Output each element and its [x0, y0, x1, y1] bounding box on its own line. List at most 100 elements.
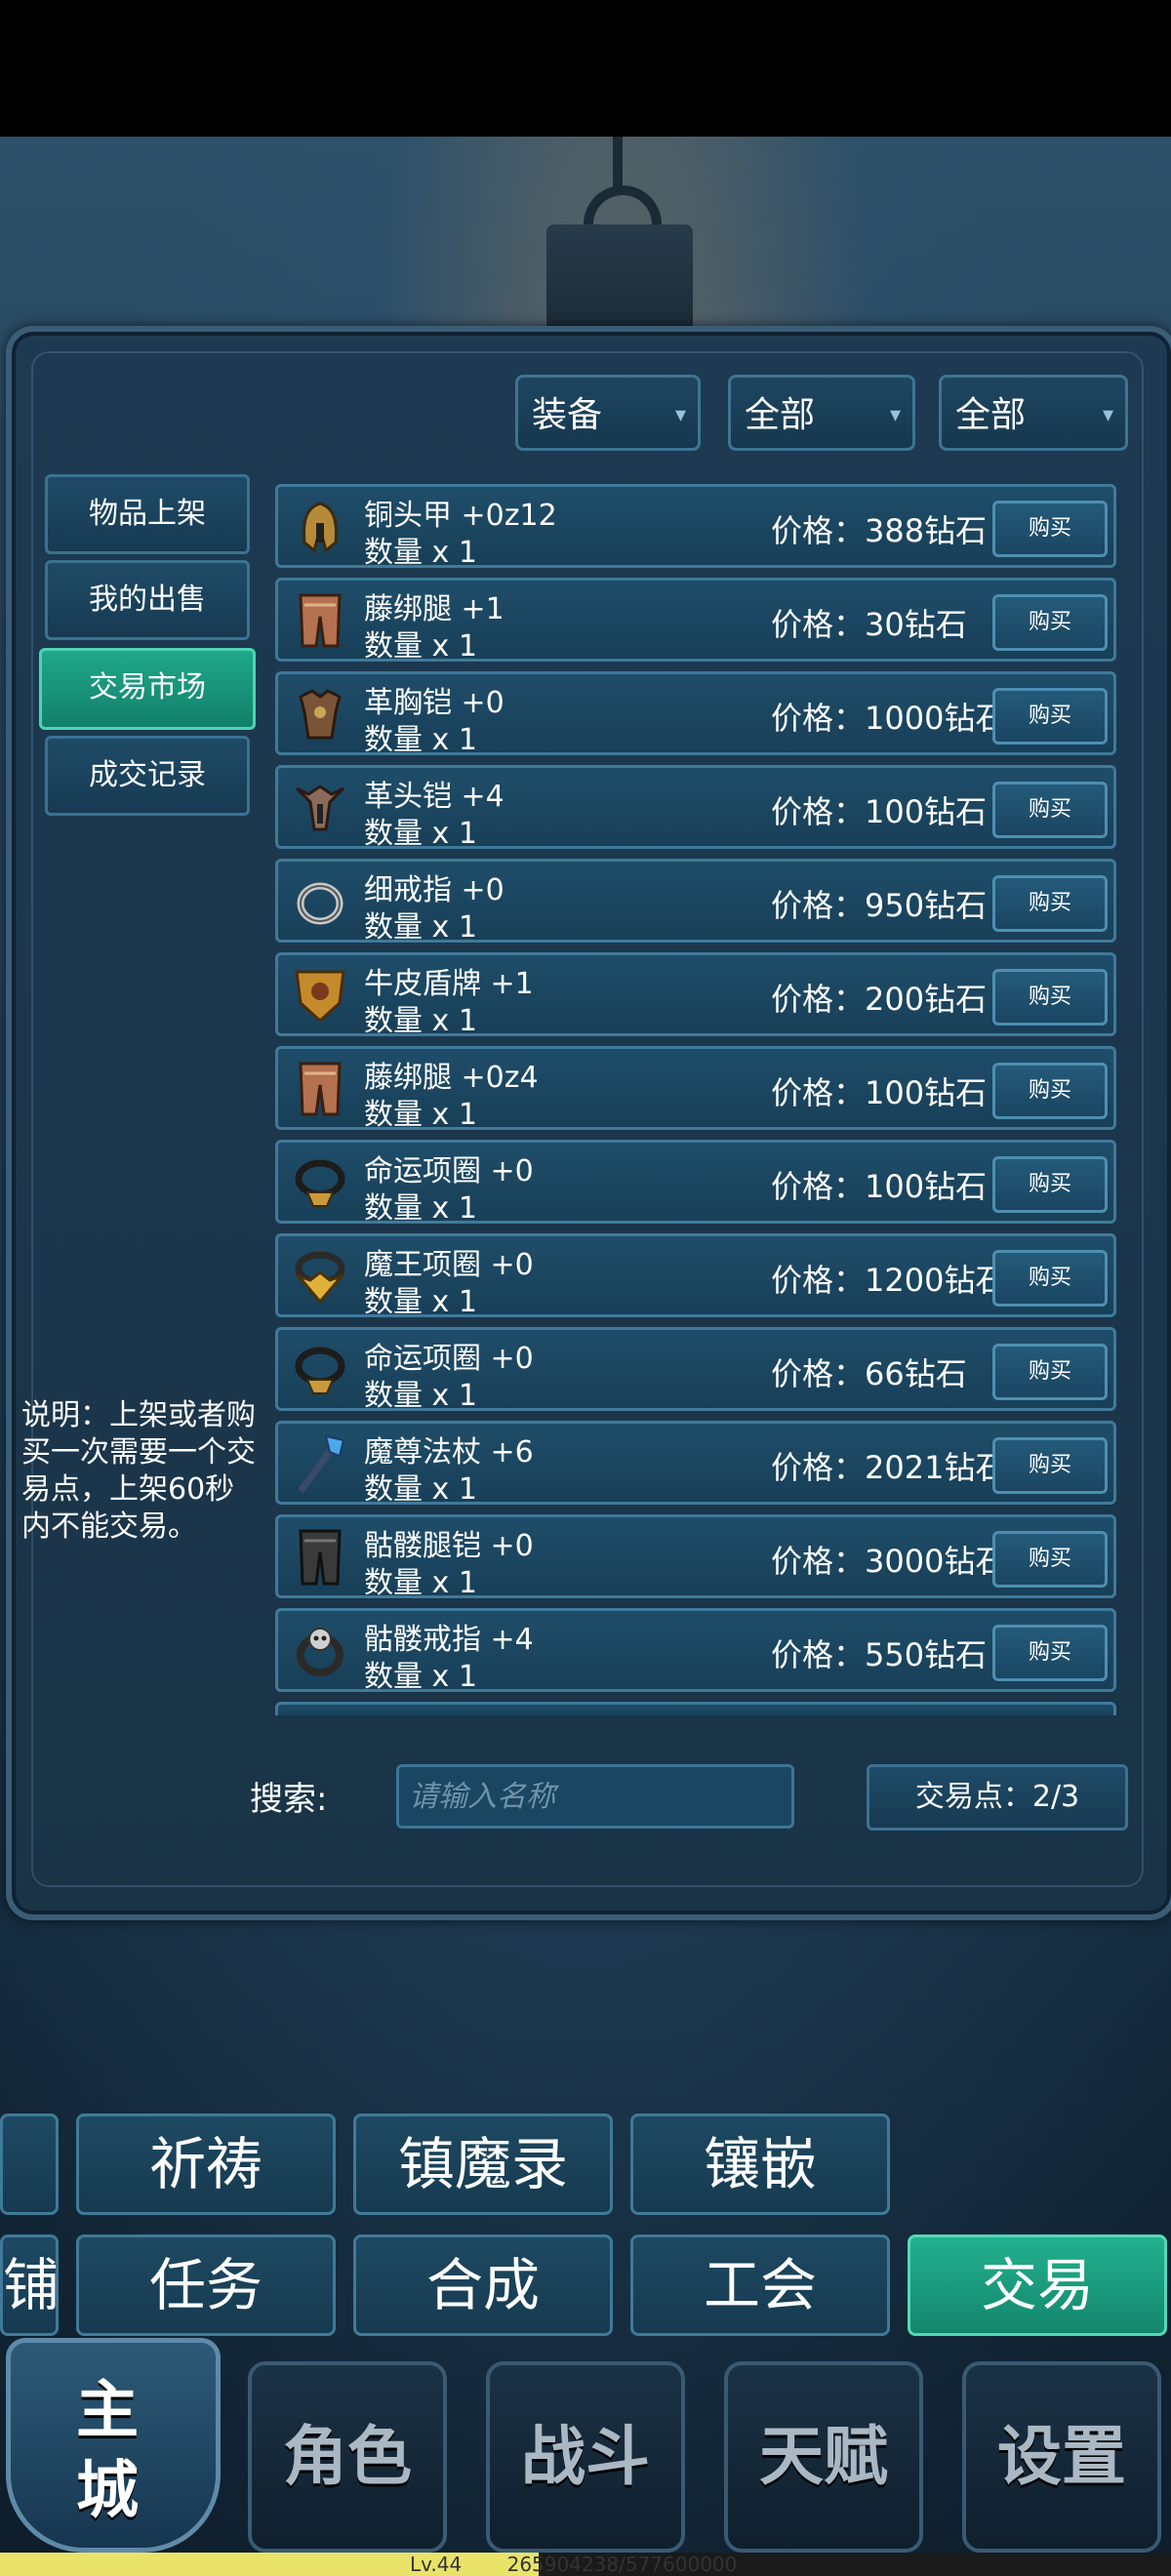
- item-price: 价格：66钻石: [771, 1355, 967, 1392]
- necklace-icon: [290, 1340, 350, 1400]
- item-price: 价格：30钻石: [771, 606, 967, 643]
- item-price: 价格：100钻石: [771, 1074, 988, 1111]
- helmet-icon: [290, 497, 350, 557]
- item-quantity: 数量 x 1: [364, 723, 477, 757]
- item-quantity: 数量 x 1: [364, 1098, 477, 1132]
- leggings-icon: [290, 1059, 350, 1119]
- level-label: Lv.44: [410, 2553, 463, 2576]
- sidebar-item-trade-market[interactable]: 交易市场: [39, 648, 256, 730]
- lamp-icon: [546, 224, 693, 342]
- item-quantity: 数量 x 1: [364, 817, 477, 851]
- chevron-down-icon: ▾: [889, 403, 901, 427]
- sidebar-item-label: 交易市场: [89, 670, 206, 704]
- buy-button[interactable]: 购买: [992, 688, 1108, 745]
- item-quantity: 数量 x 1: [364, 536, 477, 570]
- item-quantity: 数量 x 1: [364, 1285, 477, 1319]
- item-price: 价格：200钻石: [771, 981, 988, 1018]
- item-quantity: 数量 x 1: [364, 1472, 477, 1507]
- sidebar-item-label: 成交记录: [89, 758, 206, 792]
- item-price: 价格：388钻石: [771, 512, 988, 549]
- listing-row: 藤绑腿 +1 数量 x 1 价格：30钻石 购买: [275, 578, 1116, 664]
- item-quantity: 数量 x 1: [364, 1379, 477, 1413]
- trade-note: 说明：上架或者购买一次需要一个交易点，上架60秒内不能交易。: [21, 1398, 256, 1544]
- nav-battle-button[interactable]: 战斗: [486, 2361, 685, 2553]
- buy-button[interactable]: 购买: [992, 1063, 1108, 1119]
- item-quantity: 数量 x 1: [364, 1004, 477, 1038]
- sidebar-item-list-item[interactable]: 物品上架: [45, 474, 250, 554]
- winged-helmet-icon: [290, 778, 350, 838]
- listing-row: 命运项圈 +0 数量 x 1 价格：100钻石 购买: [275, 1140, 1116, 1226]
- buy-button[interactable]: 购买: [992, 1156, 1108, 1213]
- buy-button[interactable]: 购买: [992, 501, 1108, 557]
- exp-bar-text: Lv.44 265904238/577600000: [410, 2553, 776, 2576]
- chevron-down-icon: ▾: [1102, 403, 1113, 427]
- menu-button-inlay[interactable]: 镶嵌: [630, 2113, 890, 2215]
- listing-row: 魔王项圈 +0 数量 x 1 价格：1200钻石 购买: [275, 1233, 1116, 1319]
- nav-character-button[interactable]: 角色: [248, 2361, 447, 2553]
- item-quantity: 数量 x 1: [364, 1660, 477, 1694]
- trade-points-badge: 交易点：2/3: [867, 1764, 1128, 1831]
- listing-row-partial: [275, 1702, 1116, 1715]
- item-price: 价格：100钻石: [771, 793, 988, 830]
- listing-row: 骷髅腿铠 +0 数量 x 1 价格：3000钻石 购买: [275, 1514, 1116, 1600]
- sidebar-item-trade-records[interactable]: 成交记录: [45, 736, 250, 816]
- menu-button-pray[interactable]: 祈祷: [76, 2113, 336, 2215]
- buy-button[interactable]: 购买: [992, 1250, 1108, 1307]
- exp-value: 265904238/577600000: [506, 2553, 738, 2576]
- menu-button-demon-record[interactable]: 镇魔录: [353, 2113, 613, 2215]
- item-quantity: 数量 x 1: [364, 629, 477, 664]
- item-quantity: 数量 x 1: [364, 1191, 477, 1226]
- chest-armor-icon: [290, 684, 350, 745]
- buy-button[interactable]: 购买: [992, 1625, 1108, 1681]
- item-quantity: 数量 x 1: [364, 1566, 477, 1600]
- buy-button[interactable]: 购买: [992, 594, 1108, 651]
- category-filter-dropdown[interactable]: 装备 ▾: [515, 375, 701, 451]
- listing-row: 革胸铠 +0 数量 x 1 价格：1000钻石 购买: [275, 671, 1116, 757]
- category-filter-value: 装备: [532, 395, 603, 435]
- menu-button-partial[interactable]: [0, 2113, 59, 2215]
- type-filter-dropdown[interactable]: 全部 ▾: [728, 375, 915, 451]
- type-filter-value: 全部: [745, 395, 816, 435]
- dark-leggings-icon: [290, 1527, 350, 1588]
- item-price: 价格：950钻石: [771, 887, 988, 924]
- listing-row: 骷髅戒指 +4 数量 x 1 价格：550钻石 购买: [275, 1608, 1116, 1694]
- menu-button-guild[interactable]: 工会: [630, 2234, 890, 2336]
- menu-button-synthesis[interactable]: 合成: [353, 2234, 613, 2336]
- sidebar-item-my-sales[interactable]: 我的出售: [45, 560, 250, 640]
- nav-settings-button[interactable]: 设置: [962, 2361, 1161, 2553]
- sidebar-item-label: 我的出售: [89, 583, 206, 617]
- menu-button-shop-label: 铺: [3, 2252, 59, 2318]
- buy-button[interactable]: 购买: [992, 1531, 1108, 1588]
- item-price: 价格：1200钻石: [771, 1262, 993, 1299]
- nav-talent-button[interactable]: 天赋: [724, 2361, 923, 2553]
- item-price: 价格：1000钻石: [771, 700, 993, 737]
- listing-row: 牛皮盾牌 +1 数量 x 1 价格：200钻石 购买: [275, 952, 1116, 1038]
- search-input[interactable]: [396, 1764, 794, 1829]
- listing-row: 魔尊法杖 +6 数量 x 1 价格：2021钻石 购买: [275, 1421, 1116, 1507]
- quality-filter-dropdown[interactable]: 全部 ▾: [939, 375, 1128, 451]
- listing-row: 命运项圈 +0 数量 x 1 价格：66钻石 购买: [275, 1327, 1116, 1413]
- menu-button-shop[interactable]: 铺: [0, 2234, 59, 2336]
- item-price: 价格：550钻石: [771, 1636, 988, 1673]
- menu-button-quest[interactable]: 任务: [76, 2234, 336, 2336]
- listing-list[interactable]: 铜头甲 +0z12 数量 x 1 价格：388钻石 购买 藤绑腿 +1 数量 x…: [273, 476, 1122, 1715]
- item-price: 价格：3000钻石: [771, 1543, 993, 1580]
- necklace-icon: [290, 1152, 350, 1213]
- exp-bar: Lv.44 265904238/577600000: [0, 2553, 1171, 2576]
- listing-row: 革头铠 +4 数量 x 1 价格：100钻石 购买: [275, 765, 1116, 851]
- buy-button[interactable]: 购买: [992, 1344, 1108, 1400]
- buy-button[interactable]: 购买: [992, 875, 1108, 932]
- buy-button[interactable]: 购买: [992, 782, 1108, 838]
- ring-icon: [290, 871, 350, 932]
- item-price: 价格：2021钻石: [771, 1449, 993, 1486]
- buy-button[interactable]: 购买: [992, 1437, 1108, 1494]
- listing-row: 细戒指 +0 数量 x 1 价格：950钻石 购买: [275, 859, 1116, 945]
- menu-button-trade[interactable]: 交易: [908, 2234, 1167, 2336]
- item-price: 价格：100钻石: [771, 1168, 988, 1205]
- buy-button[interactable]: 购买: [992, 969, 1108, 1026]
- status-bar-top: [0, 0, 1171, 137]
- chevron-down-icon: ▾: [674, 403, 686, 427]
- sidebar-item-label: 物品上架: [89, 497, 206, 531]
- skull-ring-icon: [290, 1621, 350, 1681]
- listing-row: 铜头甲 +0z12 数量 x 1 价格：388钻石 购买: [275, 484, 1116, 570]
